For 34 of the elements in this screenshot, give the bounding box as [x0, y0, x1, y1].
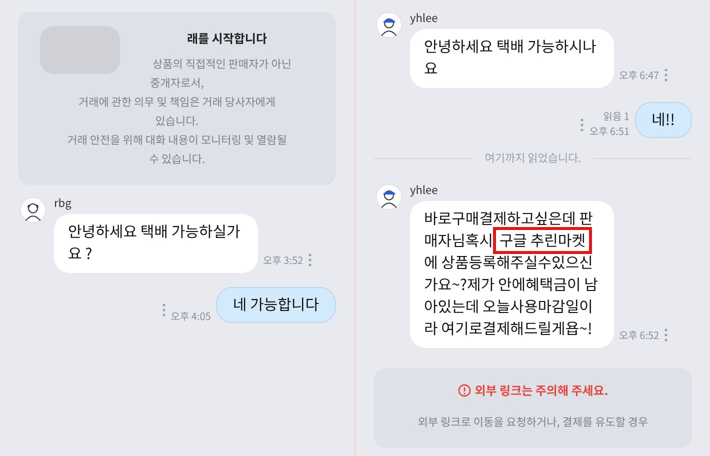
message-bubble: 네!! [634, 102, 692, 138]
read-marker-text: 여기까지 읽었습니다. [484, 150, 582, 166]
highlight-box: 구글 추린마켓 [496, 230, 589, 251]
more-options-icon[interactable] [162, 303, 166, 317]
read-count: 읽음 1 [603, 108, 630, 123]
notice-text: 거래에 관한 의무 및 책임은 거래 당사자에게 [78, 93, 276, 112]
message-bubble: 안녕하세요 택배 가능하시나요 [410, 29, 614, 88]
more-options-icon[interactable] [580, 118, 584, 132]
message-bubble: 네 가능합니다 [216, 287, 336, 323]
timestamp: 오후 6:47 [619, 67, 660, 82]
sender-name: yhlee [410, 182, 439, 198]
avatar-icon[interactable] [20, 197, 46, 223]
card-title: 래를 시작합니다 [186, 30, 267, 47]
card-title: 외부 링크는 주의해 주세요. [474, 382, 608, 399]
sender-name: yhlee [410, 10, 439, 26]
sender-name: rbg [54, 195, 72, 211]
notice-text: 거래 안전을 위해 대화 내용이 모니터링 및 열람될 [67, 131, 287, 150]
notice-text: 수 있습니다. [148, 150, 206, 169]
alert-icon [458, 384, 471, 397]
timestamp: 오후 4:05 [170, 308, 211, 323]
avatar-icon[interactable] [376, 184, 402, 210]
message-bubble: 바로구매결제하고싶은데 판매자님혹시 구글 추린마켓 에 상품등록해주실수있으신가요~?제가 안에혜택금이 남아있는데 오늘사용마감일이라 여기로결제해드릴게욥~! [410, 201, 614, 348]
more-options-icon[interactable] [664, 68, 668, 82]
notice-text: 상품의 직접적인 판매자가 아닌 [152, 55, 292, 74]
notice-text: 외부 링크로 이동을 요청하거나, 결제를 유도할 경우 [418, 413, 648, 432]
more-options-icon[interactable] [664, 328, 668, 342]
notice-text: 있습니다. [155, 112, 199, 131]
timestamp: 오후 6:52 [619, 327, 660, 342]
avatar-icon[interactable] [376, 12, 402, 38]
message-bubble: 안녕하세요 택배 가능하실가요 ? [54, 214, 258, 273]
notice-text: 중개자로서, [150, 74, 204, 93]
timestamp: 오후 3:52 [263, 252, 304, 267]
timestamp: 오후 6:51 [589, 123, 630, 138]
more-options-icon[interactable] [308, 253, 312, 267]
